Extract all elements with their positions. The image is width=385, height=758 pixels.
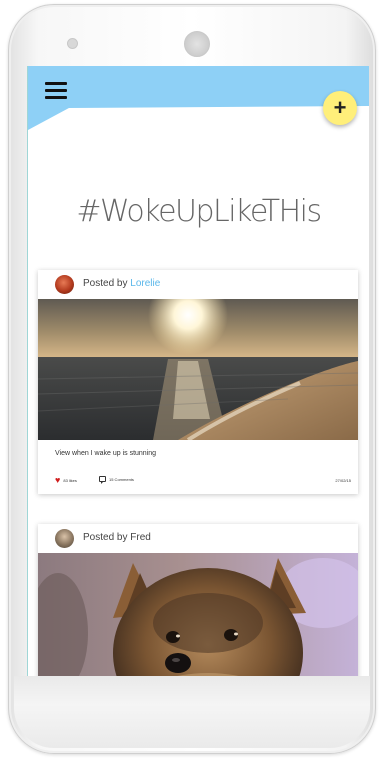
author-link[interactable]: Lorelie — [130, 278, 160, 289]
avatar[interactable] — [55, 529, 74, 548]
avatar[interactable] — [55, 275, 74, 294]
post-card: Posted by Fred — [38, 524, 358, 676]
like-button[interactable]: ♥ 83 likes — [55, 476, 77, 485]
post-header: Posted by Fred — [38, 524, 358, 553]
plus-icon: + — [333, 95, 347, 120]
app-screen: + #WokeUpLikeTHis Posted by Lorelie View… — [27, 66, 369, 676]
comments-button[interactable]: 15 Comments — [99, 476, 134, 484]
add-post-button[interactable]: + — [323, 91, 357, 125]
post-photo[interactable] — [38, 553, 358, 676]
author-link[interactable]: Fred — [130, 532, 151, 543]
posted-by-label: Posted by — [83, 278, 128, 289]
page-title: #WokeUpLikeTHis — [76, 194, 322, 229]
comment-icon — [99, 476, 106, 484]
hamburger-menu-icon[interactable] — [45, 82, 67, 100]
post-photo[interactable] — [38, 299, 358, 440]
post-caption: View when I wake up is stunning — [55, 450, 157, 457]
beach-sunset-image — [38, 299, 358, 440]
post-date: 27/02/15 — [335, 478, 351, 483]
posted-by: Posted by Fred — [83, 532, 151, 543]
dog-image — [38, 553, 358, 676]
heart-icon: ♥ — [55, 475, 61, 485]
front-camera — [184, 31, 210, 57]
header-band — [28, 66, 369, 130]
posted-by-label: Posted by — [83, 532, 128, 543]
posted-by: Posted by Lorelie — [83, 278, 160, 289]
post-header: Posted by Lorelie — [38, 270, 358, 299]
post-actions: ♥ 83 likes 15 Comments 27/02/15 — [55, 476, 351, 486]
sensor-dot — [67, 38, 78, 49]
phone-chin — [14, 676, 370, 748]
likes-count: 83 likes — [63, 478, 77, 483]
post-card: Posted by Lorelie View when I wake up is… — [38, 270, 358, 494]
comments-count: 15 Comments — [109, 476, 134, 482]
